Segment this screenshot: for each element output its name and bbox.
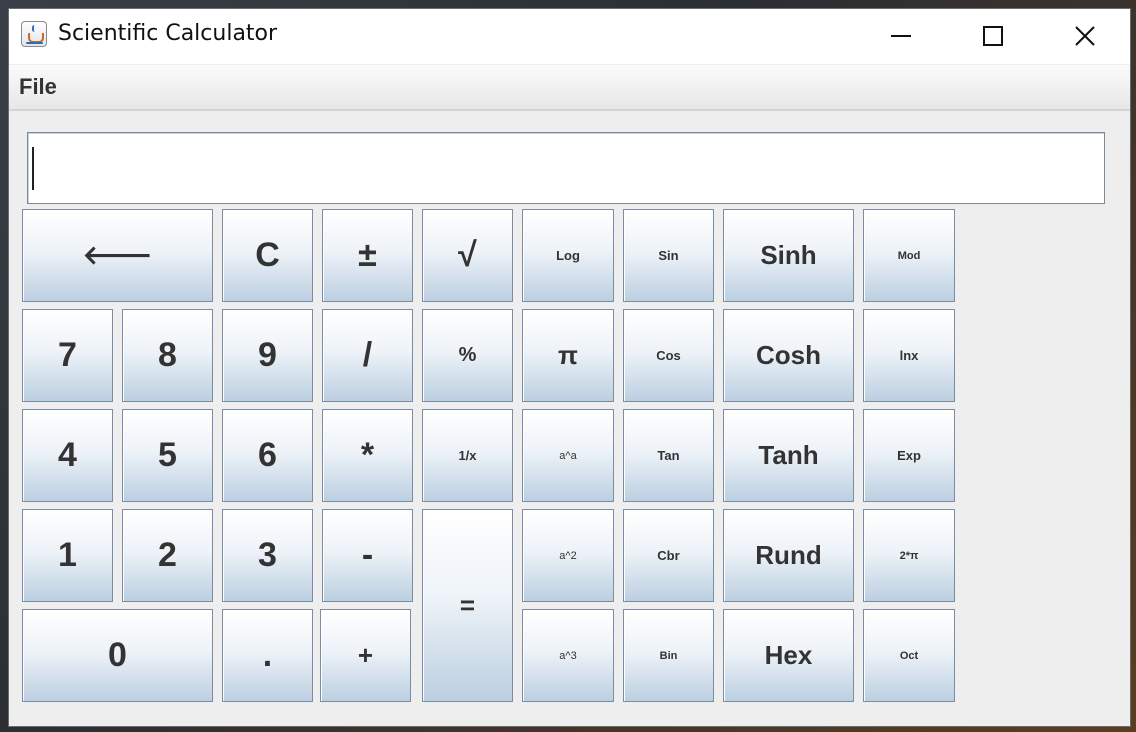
digit-0-button[interactable]: 0	[22, 609, 213, 702]
mod-button[interactable]: Mod	[863, 209, 955, 302]
digit-1-button[interactable]: 1	[22, 509, 113, 602]
reciprocal-button[interactable]: 1/x	[422, 409, 513, 502]
cosh-button[interactable]: Cosh	[723, 309, 854, 402]
plus-button[interactable]: +	[320, 609, 411, 702]
maximize-icon[interactable]	[948, 9, 1038, 64]
digit-4-button[interactable]: 4	[22, 409, 113, 502]
digit-6-button[interactable]: 6	[222, 409, 313, 502]
sin-button[interactable]: Sin	[623, 209, 714, 302]
digit-8-button[interactable]: 8	[122, 309, 213, 402]
calculator-window: Scientific Calculator File 🡐 C ± √ Log S…	[8, 8, 1131, 727]
title-bar[interactable]: Scientific Calculator	[9, 9, 1130, 64]
display-field[interactable]	[27, 132, 1105, 204]
percent-button[interactable]: %	[422, 309, 513, 402]
text-caret	[32, 147, 34, 190]
cbr-button[interactable]: Cbr	[623, 509, 714, 602]
two-pi-button[interactable]: 2*π	[863, 509, 955, 602]
sqrt-button[interactable]: √	[422, 209, 513, 302]
a-pow-2-button[interactable]: a^2	[522, 509, 614, 602]
menu-file[interactable]: File	[19, 74, 57, 100]
close-icon[interactable]	[1040, 9, 1130, 64]
oct-button[interactable]: Oct	[863, 609, 955, 702]
pi-button[interactable]: π	[522, 309, 614, 402]
java-cup-icon	[21, 21, 47, 47]
log-button[interactable]: Log	[522, 209, 614, 302]
digit-3-button[interactable]: 3	[222, 509, 313, 602]
tan-button[interactable]: Tan	[623, 409, 714, 502]
bin-button[interactable]: Bin	[623, 609, 714, 702]
decimal-point-button[interactable]: .	[222, 609, 313, 702]
window-title: Scientific Calculator	[58, 21, 278, 46]
multiply-button[interactable]: *	[322, 409, 413, 502]
backspace-button[interactable]: 🡐	[22, 209, 213, 302]
equals-button[interactable]: =	[422, 509, 513, 702]
exp-button[interactable]: Exp	[863, 409, 955, 502]
tanh-button[interactable]: Tanh	[723, 409, 854, 502]
digit-2-button[interactable]: 2	[122, 509, 213, 602]
divide-button[interactable]: /	[322, 309, 413, 402]
hex-button[interactable]: Hex	[723, 609, 854, 702]
a-pow-3-button[interactable]: a^3	[522, 609, 614, 702]
rund-button[interactable]: Rund	[723, 509, 854, 602]
digit-7-button[interactable]: 7	[22, 309, 113, 402]
digit-5-button[interactable]: 5	[122, 409, 213, 502]
digit-9-button[interactable]: 9	[222, 309, 313, 402]
lnx-button[interactable]: lnx	[863, 309, 955, 402]
clear-button[interactable]: C	[222, 209, 313, 302]
cos-button[interactable]: Cos	[623, 309, 714, 402]
plus-minus-button[interactable]: ±	[322, 209, 413, 302]
sinh-button[interactable]: Sinh	[723, 209, 854, 302]
a-pow-a-button[interactable]: a^a	[522, 409, 614, 502]
menu-bar: File	[9, 65, 1130, 111]
minus-button[interactable]: -	[322, 509, 413, 602]
minimize-icon[interactable]	[856, 9, 946, 64]
